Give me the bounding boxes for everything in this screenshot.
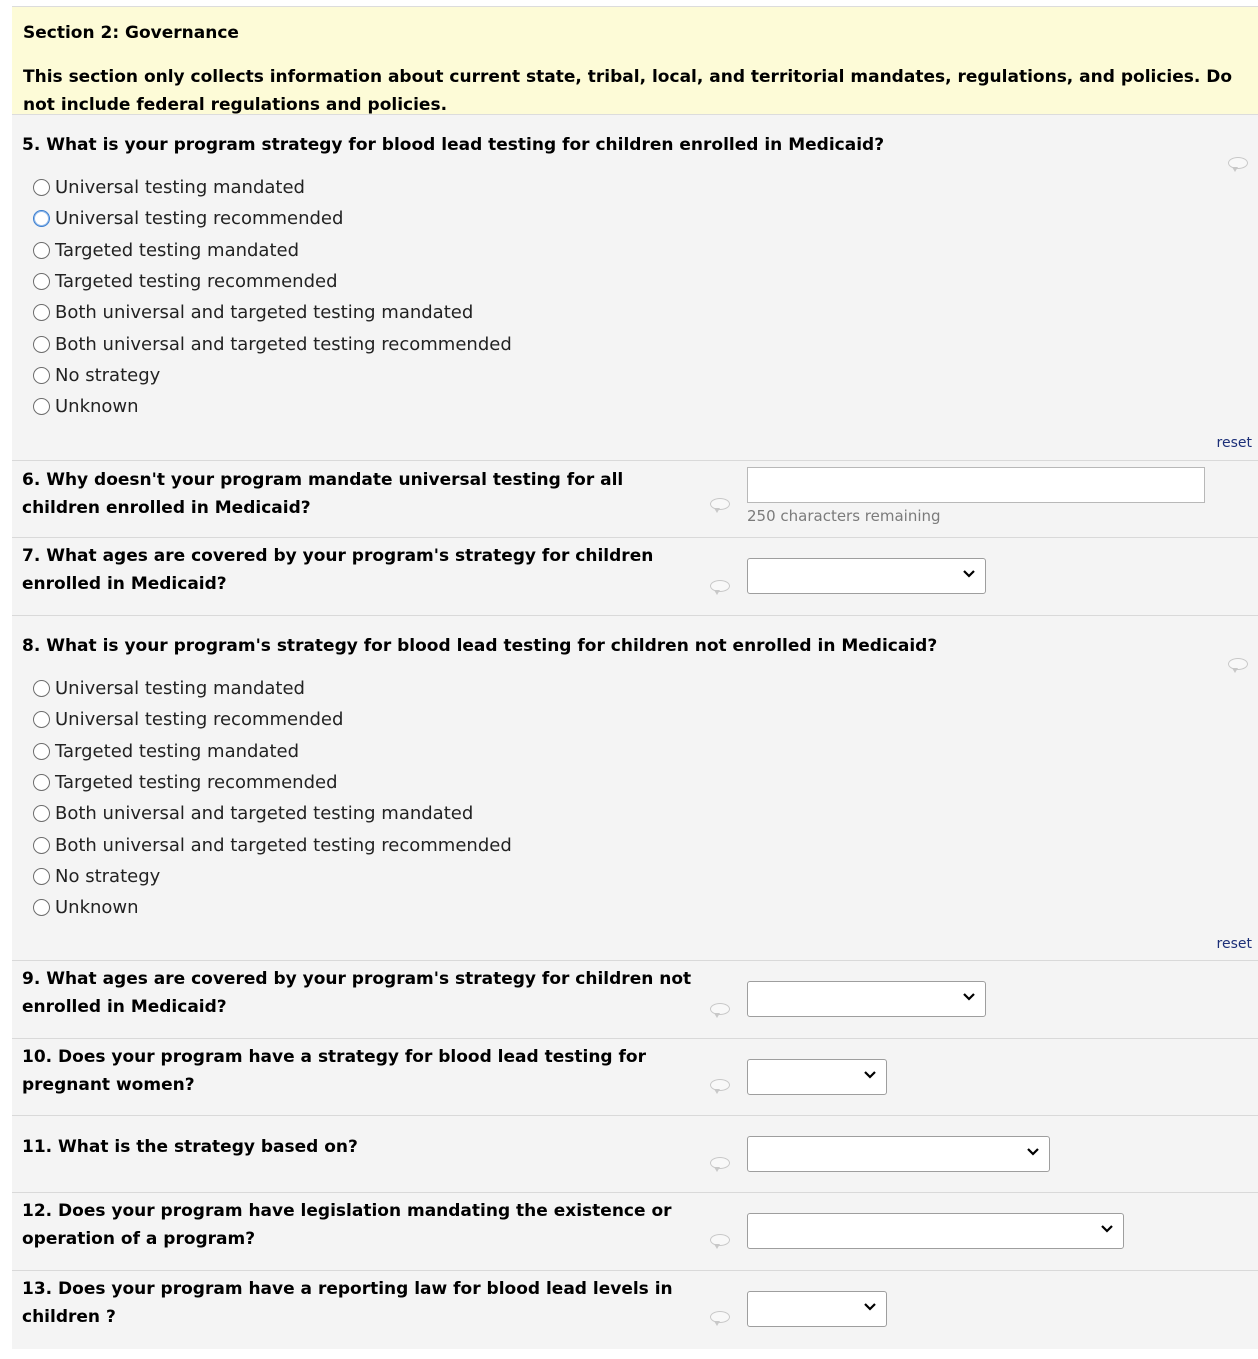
- question-11-label: 11. What is the strategy based on?: [22, 1137, 358, 1157]
- radio-button[interactable]: [33, 366, 50, 384]
- radio-label[interactable]: Universal testing recommended: [55, 709, 343, 730]
- comment-icon[interactable]: [710, 1234, 730, 1249]
- radio-option[interactable]: Targeted testing recommended: [33, 266, 1258, 297]
- ages-select[interactable]: [747, 981, 986, 1017]
- radio-label[interactable]: Universal testing mandated: [55, 177, 305, 198]
- question-8: 8. What is your program's strategy for b…: [12, 616, 1258, 961]
- comment-icon[interactable]: [710, 1003, 730, 1018]
- reset-link[interactable]: reset: [1217, 435, 1252, 451]
- section-description: This section only collects information a…: [23, 67, 1233, 115]
- radio-label[interactable]: Universal testing mandated: [55, 678, 305, 699]
- reset-link[interactable]: reset: [1217, 936, 1252, 952]
- radio-button[interactable]: [33, 836, 50, 854]
- radio-option[interactable]: Both universal and targeted testing reco…: [33, 829, 1258, 860]
- ages-select[interactable]: [747, 558, 986, 594]
- question-13-label: 13. Does your program have a reporting l…: [22, 1279, 673, 1327]
- radio-label[interactable]: Both universal and targeted testing reco…: [55, 835, 512, 856]
- comment-icon[interactable]: [710, 498, 730, 513]
- reporting-law-select[interactable]: [747, 1291, 887, 1327]
- radio-button[interactable]: [33, 867, 50, 885]
- comment-icon[interactable]: [710, 1157, 730, 1172]
- radio-label[interactable]: Targeted testing mandated: [55, 240, 299, 261]
- radio-button[interactable]: [33, 680, 50, 698]
- radio-button[interactable]: [33, 210, 50, 228]
- survey-form: Section 2: Governance This section only …: [12, 6, 1258, 1349]
- radio-label[interactable]: No strategy: [55, 365, 160, 386]
- legislation-select[interactable]: [747, 1213, 1124, 1249]
- question-8-options: Universal testing mandated Universal tes…: [12, 673, 1258, 923]
- characters-remaining: 250 characters remaining: [747, 507, 941, 525]
- radio-option[interactable]: Unknown: [33, 391, 1258, 422]
- radio-button[interactable]: [33, 241, 50, 259]
- radio-option[interactable]: Both universal and targeted testing mand…: [33, 798, 1258, 829]
- radio-option[interactable]: Both universal and targeted testing mand…: [33, 297, 1258, 328]
- radio-button[interactable]: [33, 711, 50, 729]
- radio-button[interactable]: [33, 398, 50, 416]
- question-5: 5. What is your program strategy for blo…: [12, 115, 1258, 461]
- comment-icon[interactable]: [710, 1311, 730, 1326]
- comment-icon[interactable]: [1228, 658, 1248, 673]
- radio-label[interactable]: Both universal and targeted testing mand…: [55, 803, 473, 824]
- radio-option[interactable]: Targeted testing recommended: [33, 767, 1258, 798]
- question-10-label: 10. Does your program have a strategy fo…: [22, 1047, 646, 1095]
- question-9: 9. What ages are covered by your program…: [12, 961, 1258, 1039]
- radio-label[interactable]: Targeted testing recommended: [55, 772, 338, 793]
- strategy-basis-select[interactable]: [747, 1136, 1050, 1172]
- chevron-down-icon: [1027, 1148, 1039, 1156]
- radio-label[interactable]: Targeted testing mandated: [55, 741, 299, 762]
- pregnant-women-strategy-select[interactable]: [747, 1059, 887, 1095]
- radio-button[interactable]: [33, 273, 50, 291]
- chevron-down-icon: [963, 993, 975, 1001]
- section-title: Section 2: Governance: [23, 23, 239, 43]
- radio-option[interactable]: Unknown: [33, 892, 1258, 923]
- radio-option[interactable]: No strategy: [33, 360, 1258, 391]
- radio-option[interactable]: Universal testing recommended: [33, 203, 1258, 234]
- comment-icon[interactable]: [1228, 157, 1248, 172]
- question-13: 13. Does your program have a reporting l…: [12, 1271, 1258, 1349]
- radio-button[interactable]: [33, 742, 50, 760]
- radio-button[interactable]: [33, 805, 50, 823]
- radio-button[interactable]: [33, 899, 50, 917]
- radio-button[interactable]: [33, 335, 50, 353]
- question-12: 12. Does your program have legislation m…: [12, 1193, 1258, 1271]
- radio-label[interactable]: Both universal and targeted testing mand…: [55, 302, 473, 323]
- question-9-label: 9. What ages are covered by your program…: [22, 969, 692, 1017]
- radio-button[interactable]: [33, 304, 50, 322]
- question-6-label: 6. Why doesn't your program mandate univ…: [22, 470, 624, 518]
- question-7-label: 7. What ages are covered by your program…: [22, 546, 654, 594]
- radio-button[interactable]: [33, 774, 50, 792]
- chevron-down-icon: [864, 1071, 876, 1079]
- question-7: 7. What ages are covered by your program…: [12, 538, 1258, 616]
- question-8-label: 8. What is your program's strategy for b…: [22, 636, 938, 656]
- question-11: 11. What is the strategy based on?: [12, 1116, 1258, 1193]
- question-5-options: Universal testing mandated Universal tes…: [12, 172, 1258, 422]
- radio-option[interactable]: Universal testing recommended: [33, 704, 1258, 735]
- radio-option[interactable]: Both universal and targeted testing reco…: [33, 328, 1258, 359]
- radio-label[interactable]: Universal testing recommended: [55, 208, 343, 229]
- question-12-label: 12. Does your program have legislation m…: [22, 1201, 672, 1249]
- question-6: 6. Why doesn't your program mandate univ…: [12, 461, 1258, 538]
- radio-button[interactable]: [33, 179, 50, 197]
- radio-label[interactable]: Both universal and targeted testing reco…: [55, 334, 512, 355]
- comment-icon[interactable]: [710, 1079, 730, 1094]
- question-10: 10. Does your program have a strategy fo…: [12, 1039, 1258, 1116]
- radio-label[interactable]: Unknown: [55, 897, 139, 918]
- radio-label[interactable]: Unknown: [55, 396, 139, 417]
- radio-option[interactable]: Targeted testing mandated: [33, 235, 1258, 266]
- radio-label[interactable]: Targeted testing recommended: [55, 271, 338, 292]
- radio-option[interactable]: Universal testing mandated: [33, 673, 1258, 704]
- comment-icon[interactable]: [710, 580, 730, 595]
- chevron-down-icon: [963, 570, 975, 578]
- question-5-label: 5. What is your program strategy for blo…: [22, 135, 885, 155]
- radio-option[interactable]: Universal testing mandated: [33, 172, 1258, 203]
- chevron-down-icon: [864, 1303, 876, 1311]
- radio-option[interactable]: Targeted testing mandated: [33, 736, 1258, 767]
- section-header: Section 2: Governance This section only …: [12, 6, 1258, 115]
- radio-option[interactable]: No strategy: [33, 861, 1258, 892]
- chevron-down-icon: [1101, 1225, 1113, 1233]
- text-input[interactable]: [747, 467, 1205, 503]
- radio-label[interactable]: No strategy: [55, 866, 160, 887]
